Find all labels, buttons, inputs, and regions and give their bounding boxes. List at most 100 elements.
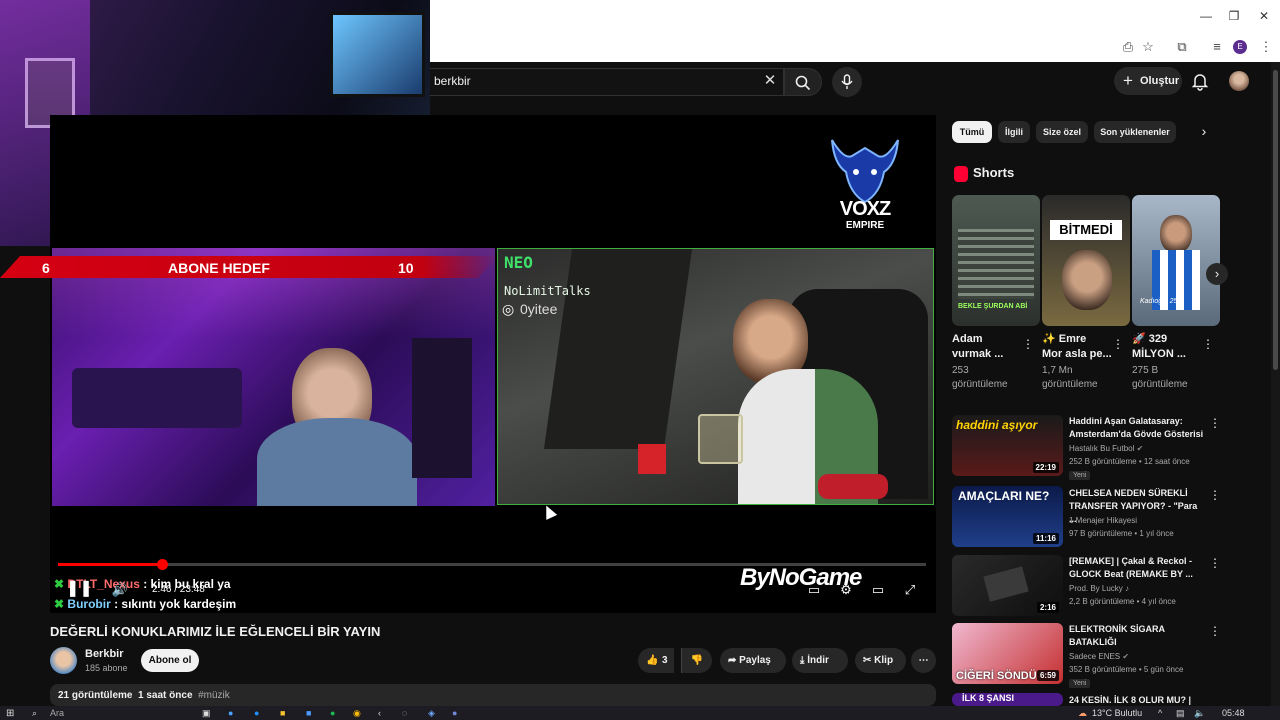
short-title[interactable]: 🚀 329 MİLYON ...	[1132, 332, 1202, 362]
spotify-icon[interactable]: ●	[330, 707, 335, 720]
search-input[interactable]	[430, 68, 784, 96]
rec-menu-icon[interactable]: ⋮	[1209, 487, 1221, 503]
taskbar-search-input[interactable]: Ara	[50, 707, 64, 720]
monitor	[543, 249, 693, 449]
theater-mode-icon[interactable]: ▭	[868, 581, 888, 599]
instagram-icon: ◎	[502, 301, 515, 317]
close-window-icon[interactable]: ✕	[1254, 6, 1274, 26]
chip-all[interactable]: Tümü	[952, 121, 992, 143]
neo-logo: NEO	[504, 253, 533, 272]
notifications-button[interactable]	[1190, 71, 1210, 91]
rec-thumbnail[interactable]: AMAÇLARI NE? 11:16	[952, 486, 1063, 547]
glock-image	[983, 566, 1029, 602]
install-app-icon[interactable]: ⎙	[1118, 38, 1138, 56]
short-thumbnail[interactable]: Kadıoğlu 25	[1132, 195, 1220, 326]
chip-related[interactable]: İlgili	[998, 121, 1030, 143]
rec-title[interactable]: ELEKTRONİK SİGARA BATAKLIĞI	[1069, 623, 1204, 649]
restore-icon[interactable]: ❐	[1224, 6, 1244, 26]
app-icon[interactable]: ◌	[402, 707, 407, 720]
bookmark-star-icon[interactable]: ☆	[1138, 38, 1158, 56]
account-avatar[interactable]	[1229, 71, 1249, 91]
chip-for-you[interactable]: Size özel	[1036, 121, 1088, 143]
chrome-icon[interactable]: ◉	[353, 707, 361, 720]
browser-menu-icon[interactable]: ⋮	[1256, 38, 1276, 56]
rec-thumbnail[interactable]: İLK 8 ŞANSI	[952, 693, 1063, 706]
search-button[interactable]	[784, 68, 822, 96]
app-icon[interactable]: ◈	[428, 707, 435, 720]
profile-icon[interactable]: E	[1233, 40, 1247, 54]
rec-title[interactable]: [REMAKE] | Çakal & Reckol - GLOCK Beat (R…	[1069, 555, 1204, 581]
red-mouse	[818, 474, 888, 499]
scrollbar-thumb[interactable]	[1273, 70, 1278, 370]
app-icon[interactable]: ‹	[378, 707, 381, 720]
chevron-right-icon[interactable]: ›	[1196, 123, 1212, 141]
short-views: 253 görüntüleme	[952, 365, 1008, 390]
chip-recent[interactable]: Son yüklenenler	[1094, 121, 1176, 143]
more-actions-icon[interactable]: ⋯	[911, 648, 936, 673]
taskbar-search-icon[interactable]: ⌕	[32, 707, 37, 720]
store-icon[interactable]: ■	[306, 707, 311, 720]
shorts-icon	[954, 166, 968, 182]
short-thumbnail[interactable]: BİTMEDİ	[1042, 195, 1130, 326]
rec-menu-icon[interactable]: ⋮	[1209, 623, 1221, 639]
volume-icon[interactable]: 🔊	[110, 581, 130, 599]
short-thumbnail[interactable]: BEKLE ŞURDAN ABİ	[952, 195, 1040, 326]
rec-meta: Prod. By Lucky ♪ 2,2 B görüntüleme • 4 yı…	[1069, 584, 1176, 606]
pause-icon[interactable]: ❚❚	[66, 580, 93, 598]
speaker-icon[interactable]: 🔈	[1194, 707, 1205, 720]
extensions-icon[interactable]: ⧉	[1172, 38, 1192, 56]
empire-text: EMPIRE	[845, 220, 885, 231]
bull-logo-icon	[831, 139, 899, 204]
shorts-next-icon[interactable]: ›	[1206, 263, 1228, 285]
app-icon[interactable]: ●	[228, 707, 233, 720]
room-desk	[72, 368, 242, 428]
subgoal-target: 10	[398, 260, 414, 276]
explorer-icon[interactable]: ■	[280, 707, 285, 720]
rec-thumbnail[interactable]: haddini aşıyor 22:19	[952, 415, 1063, 476]
channel-name[interactable]: Berkbir	[85, 648, 124, 660]
share-button[interactable]: ➦ Paylaş	[720, 648, 786, 673]
guest-cam-right: NEO NoLimitTalks ◎ 0yitee	[497, 248, 934, 505]
weather-icon: ☁	[1078, 708, 1087, 718]
rec-title[interactable]: Haddini Aşan Galatasaray: Amsterdam'da Gö…	[1069, 415, 1204, 441]
download-button[interactable]: ⤓ İndir	[792, 648, 848, 673]
short-menu-icon[interactable]: ⋮	[1022, 336, 1034, 352]
short-menu-icon[interactable]: ⋮	[1112, 336, 1124, 352]
browser-tabstrip	[430, 0, 1280, 32]
subgoal-current: 6	[42, 260, 50, 276]
fullscreen-icon[interactable]: ⤢	[900, 581, 920, 599]
wall-poster	[330, 12, 425, 97]
short-menu-icon[interactable]: ⋮	[1202, 336, 1214, 352]
search-icon	[795, 75, 811, 91]
short-overlay-text: Kadıoğlu 25	[1140, 298, 1178, 305]
rec-menu-icon[interactable]: ⋮	[1209, 555, 1221, 571]
rec-thumbnail[interactable]: 2:16	[952, 555, 1063, 616]
network-icon[interactable]: ▤	[1176, 707, 1185, 720]
clear-search-icon[interactable]: ✕	[762, 72, 778, 90]
rec-meta: 1 Menajer Hikayesi 97 B görüntüleme • 1 y…	[1069, 516, 1174, 538]
windows-start-icon[interactable]: ⊞	[6, 707, 14, 720]
short-title[interactable]: Adam vurmak ...	[952, 332, 1022, 362]
subtitles-icon[interactable]: ▭	[804, 581, 824, 599]
tray-chevron-icon[interactable]: ^	[1158, 707, 1162, 720]
voxz-text: VOXZ	[839, 198, 891, 220]
short-views: 275 Bgörüntüleme	[1132, 365, 1188, 390]
speaker	[412, 338, 472, 478]
rec-thumbnail[interactable]: CİĞERİ SÖNDÜ 6:59	[952, 623, 1063, 684]
task-view-icon[interactable]: ▣	[202, 707, 211, 720]
discord-icon[interactable]: ●	[452, 707, 457, 720]
edge-icon[interactable]: ●	[254, 707, 259, 720]
player-face	[1160, 215, 1192, 253]
voice-search-button[interactable]	[832, 67, 862, 97]
subscribe-button[interactable]: Abone ol	[141, 649, 199, 672]
red-cup	[638, 444, 666, 474]
create-button[interactable]: + Oluştur	[1114, 67, 1182, 95]
minimize-icon[interactable]: —	[1196, 6, 1216, 26]
short-title[interactable]: ✨ Emre Mor asla pe...	[1042, 332, 1112, 362]
dislike-button[interactable]: 👎	[681, 648, 712, 673]
channel-avatar[interactable]	[50, 647, 77, 674]
clip-button[interactable]: ✂ Klip	[855, 648, 906, 673]
settings-gear-icon[interactable]: ⚙	[836, 581, 856, 599]
rec-menu-icon[interactable]: ⋮	[1209, 415, 1221, 431]
media-controls-icon[interactable]: ≡	[1207, 38, 1227, 56]
